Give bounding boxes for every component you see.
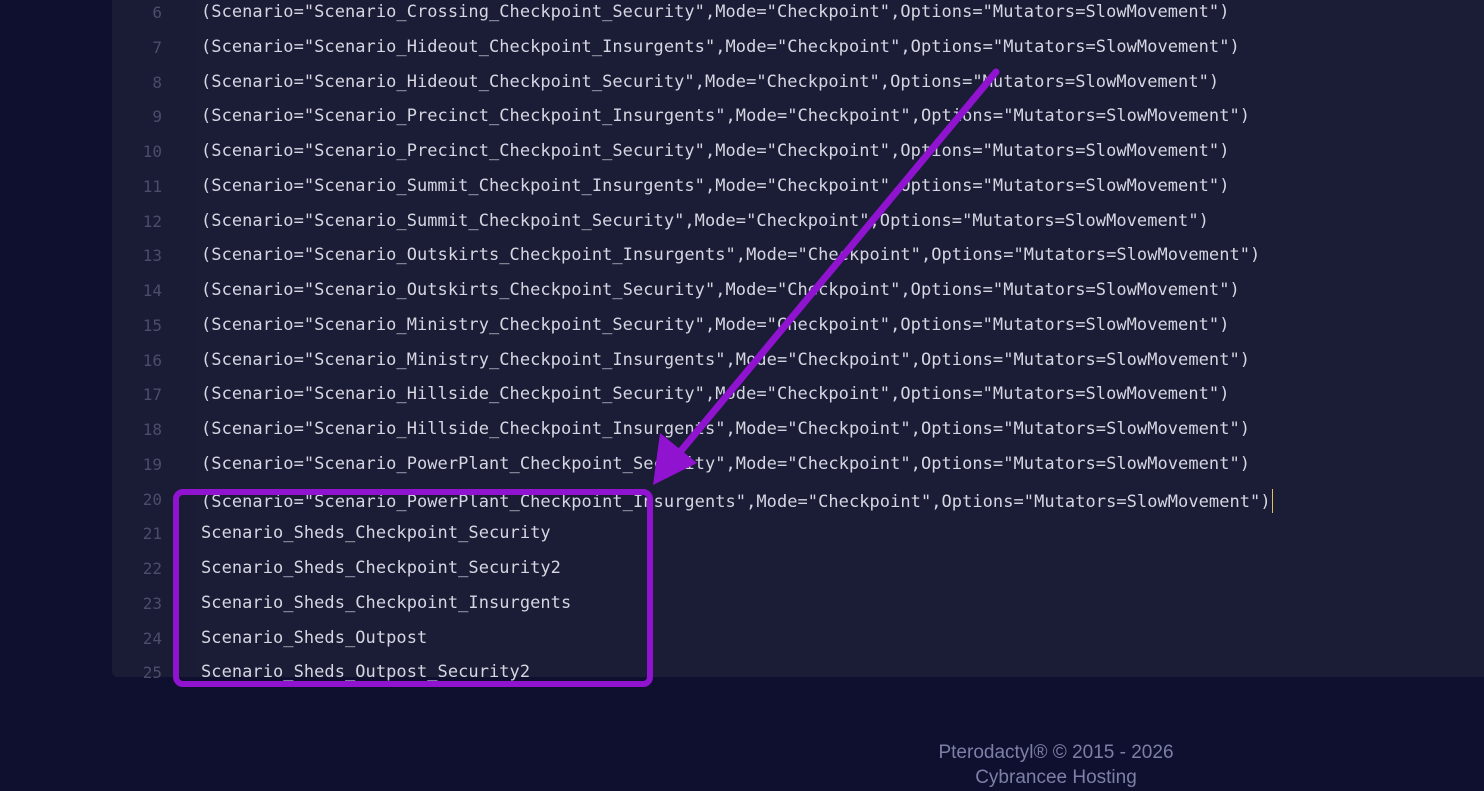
line-number: 6	[152, 3, 162, 22]
line-number: 11	[142, 176, 162, 196]
line-number: 17	[142, 385, 162, 405]
code-line[interactable]: 15 (Scenario="Scenario_Ministry_Checkpoin…	[112, 308, 1484, 343]
code-text[interactable]: (Scenario="Scenario_Hillside_Checkpoint_…	[201, 419, 1250, 439]
footer-copyright: Pterodactyl® © 2015 - 2026	[938, 742, 1174, 763]
line-number: 7	[152, 37, 162, 57]
footer: Pterodactyl® © 2015 - 2026 Cybrancee Hos…	[856, 740, 1256, 790]
code-line[interactable]: 9 (Scenario="Scenario_Precinct_Checkpoint…	[112, 99, 1484, 134]
line-number: 23	[142, 593, 162, 613]
code-text[interactable]: (Scenario="Scenario_Summit_Checkpoint_In…	[201, 176, 1230, 196]
code-line[interactable]: 11 (Scenario="Scenario_Summit_Checkpoint_…	[112, 169, 1484, 204]
footer-host: Cybrancee Hosting	[975, 767, 1137, 788]
code-line[interactable]: 25 Scenario_Sheds_Outpost_Security2	[112, 655, 1484, 690]
code-text[interactable]: (Scenario="Scenario_PowerPlant_Checkpoin…	[201, 454, 1250, 474]
code-text[interactable]: (Scenario="Scenario_Outskirts_Checkpoint…	[201, 280, 1240, 300]
code-line[interactable]: 16 (Scenario="Scenario_Ministry_Checkpoin…	[112, 343, 1484, 378]
code-text[interactable]: (Scenario="Scenario_Hideout_Checkpoint_S…	[201, 72, 1219, 92]
line-number: 20	[142, 489, 162, 509]
code-line[interactable]: 18 (Scenario="Scenario_Hillside_Checkpoin…	[112, 412, 1484, 447]
code-line[interactable]: 10 (Scenario="Scenario_Precinct_Checkpoin…	[112, 134, 1484, 169]
code-text[interactable]: (Scenario="Scenario_Hillside_Checkpoint_…	[201, 384, 1230, 404]
code-text[interactable]: (Scenario="Scenario_PowerPlant_Checkpoin…	[201, 492, 1271, 512]
code-text[interactable]: Scenario_Sheds_Outpost_Security2	[201, 662, 530, 682]
code-line[interactable]: 7 (Scenario="Scenario_Hideout_Checkpoint_…	[112, 30, 1484, 65]
code-text[interactable]: (Scenario="Scenario_Crossing_Checkpoint_…	[201, 2, 1230, 22]
code-line[interactable]: 22 Scenario_Sheds_Checkpoint_Security2	[112, 551, 1484, 586]
code-text[interactable]: (Scenario="Scenario_Outskirts_Checkpoint…	[201, 245, 1260, 265]
code-text[interactable]: (Scenario="Scenario_Ministry_Checkpoint_…	[201, 350, 1250, 370]
code-line[interactable]: 14 (Scenario="Scenario_Outskirts_Checkpoi…	[112, 273, 1484, 308]
text-cursor	[1271, 488, 1273, 513]
line-number: 19	[142, 454, 162, 474]
code-text-wrap: (Scenario="Scenario_PowerPlant_Checkpoin…	[201, 488, 1273, 513]
code-line[interactable]: 24 Scenario_Sheds_Outpost	[112, 621, 1484, 656]
code-text[interactable]: (Scenario="Scenario_Ministry_Checkpoint_…	[201, 315, 1230, 335]
code-text[interactable]: (Scenario="Scenario_Precinct_Checkpoint_…	[201, 106, 1250, 126]
line-number: 24	[142, 628, 162, 648]
line-number: 25	[142, 663, 162, 683]
code-line[interactable]: 13 (Scenario="Scenario_Outskirts_Checkpoi…	[112, 238, 1484, 273]
line-number: 9	[152, 107, 162, 127]
line-number: 22	[142, 559, 162, 578]
code-text[interactable]: Scenario_Sheds_Checkpoint_Security	[201, 523, 551, 543]
code-text[interactable]: (Scenario="Scenario_Summit_Checkpoint_Se…	[201, 211, 1209, 231]
code-text[interactable]: Scenario_Sheds_Outpost	[201, 628, 427, 648]
line-number: 15	[142, 315, 162, 335]
line-number: 16	[142, 350, 162, 370]
line-number: 10	[142, 142, 162, 161]
line-number: 13	[142, 246, 162, 266]
code-line[interactable]: 17 (Scenario="Scenario_Hillside_Checkpoin…	[112, 377, 1484, 412]
code-line[interactable]: 8 (Scenario="Scenario_Hideout_Checkpoint_…	[112, 65, 1484, 100]
line-number: 8	[152, 72, 162, 92]
code-editor[interactable]: 6 (Scenario="Scenario_Crossing_Checkpoint…	[112, 0, 1484, 682]
code-line[interactable]: 6 (Scenario="Scenario_Crossing_Checkpoint…	[112, 0, 1484, 30]
code-line[interactable]: 23 Scenario_Sheds_Checkpoint_Insurgents	[112, 586, 1484, 621]
code-text[interactable]: (Scenario="Scenario_Precinct_Checkpoint_…	[201, 141, 1230, 161]
code-line[interactable]: 21 Scenario_Sheds_Checkpoint_Security	[112, 516, 1484, 551]
code-line[interactable]: 20 (Scenario="Scenario_PowerPlant_Checkpo…	[112, 482, 1484, 517]
code-line[interactable]: 12 (Scenario="Scenario_Summit_Checkpoint_…	[112, 204, 1484, 239]
code-text[interactable]: Scenario_Sheds_Checkpoint_Security2	[201, 558, 561, 578]
line-number: 18	[142, 420, 162, 439]
code-text[interactable]: (Scenario="Scenario_Hideout_Checkpoint_I…	[201, 37, 1240, 57]
code-line[interactable]: 19 (Scenario="Scenario_PowerPlant_Checkpo…	[112, 447, 1484, 482]
line-number: 14	[142, 281, 162, 300]
code-text[interactable]: Scenario_Sheds_Checkpoint_Insurgents	[201, 593, 571, 613]
line-number: 21	[142, 524, 162, 544]
line-number: 12	[142, 211, 162, 231]
